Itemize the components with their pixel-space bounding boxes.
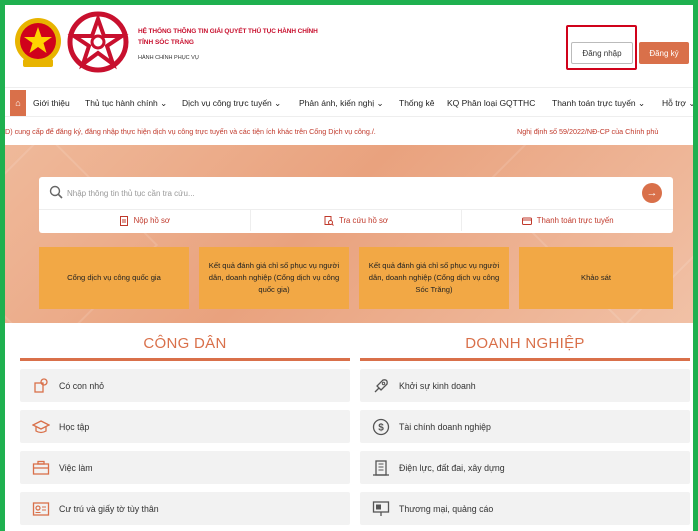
citizen-item-label: Việc làm: [59, 462, 93, 473]
nav-thong-ke[interactable]: Thống kê: [399, 88, 434, 118]
quick-label: Nộp hồ sơ: [133, 216, 170, 225]
nav-kq-phan-loai[interactable]: KQ Phân loại GQTTHC: [447, 88, 535, 118]
quick-tra-cuu[interactable]: Tra cứu hồ sơ: [251, 210, 463, 231]
tile-cong-dvc-quoc-gia[interactable]: Cổng dịch vụ công quốc gia: [39, 247, 189, 309]
citizen-item-label: Có con nhỏ: [59, 380, 104, 391]
business-item-label: Điện lực, đất đai, xây dựng: [399, 462, 505, 473]
province-logo[interactable]: [67, 11, 129, 73]
tile-danh-gia-soc-trang[interactable]: Kết quả đánh giá chỉ số phục vụ người dâ…: [359, 247, 509, 309]
baby-icon: [34, 377, 48, 393]
register-button[interactable]: Đăng ký: [639, 42, 689, 64]
main-nav: ⌂ Giới thiệu Thủ tục hành chính ⌄ Dịch v…: [5, 87, 693, 117]
tile-khao-sat[interactable]: Khảo sát: [519, 247, 673, 309]
citizen-item-label: Cư trú và giấy tờ tùy thân: [59, 503, 159, 514]
citizen-item-co-con-nho[interactable]: Có con nhỏ: [20, 369, 350, 402]
briefcase-icon: [32, 460, 50, 475]
document-icon: [119, 215, 128, 226]
dollar-icon: $: [372, 418, 390, 435]
credit-card-icon: [521, 217, 532, 225]
national-emblem-logo[interactable]: [13, 15, 63, 71]
business-item-tai-chinh[interactable]: $ Tài chính doanh nghiệp: [360, 410, 690, 443]
business-item-thuong-mai[interactable]: Thương mại, quảng cáo: [360, 492, 690, 525]
quick-label: Thanh toán trực tuyến: [536, 216, 614, 225]
hero-banner: → Nộp hồ sơ Tra cứu hồ sơ Thanh toán trự…: [5, 145, 693, 323]
ticker-text-left: D) cung cấp để đăng ký, đăng nhập thực h…: [5, 127, 376, 136]
divider: [360, 358, 690, 361]
business-item-label: Thương mại, quảng cáo: [399, 503, 494, 514]
quick-label: Tra cứu hồ sơ: [338, 216, 389, 225]
home-icon[interactable]: ⌂: [10, 90, 26, 116]
nav-thanh-toan[interactable]: Thanh toán trực tuyến ⌄: [552, 88, 645, 118]
nav-thu-tuc-hanh-chinh[interactable]: Thủ tục hành chính ⌄: [85, 88, 167, 118]
quick-links: Nộp hồ sơ Tra cứu hồ sơ Thanh toán trực …: [39, 209, 673, 231]
search-icon: [49, 185, 63, 199]
nav-phan-anh-kien-nghi[interactable]: Phản ánh, kiến nghị ⌄: [299, 88, 384, 118]
business-item-label: Khởi sự kinh doanh: [399, 380, 476, 391]
arrow-right-icon[interactable]: →: [642, 183, 662, 203]
business-item-label: Tài chính doanh nghiệp: [399, 421, 491, 432]
quick-thanh-toan[interactable]: Thanh toán trực tuyến: [462, 210, 673, 231]
tile-danh-gia-quoc-gia[interactable]: Kết quả đánh giá chỉ số phục vụ người dâ…: [199, 247, 349, 309]
document-search-icon: [324, 215, 334, 226]
id-card-icon: [32, 501, 50, 516]
billboard-icon: [372, 500, 390, 516]
nav-dich-vu-cong[interactable]: Dịch vụ công trực tuyến ⌄: [182, 88, 281, 118]
graduation-cap-icon: [32, 419, 50, 433]
province-name: TỈNH SÓC TRĂNG: [138, 39, 194, 46]
citizen-item-cu-tru[interactable]: Cư trú và giấy tờ tùy thân: [20, 492, 350, 525]
business-item-khoi-su[interactable]: Khởi sự kinh doanh: [360, 369, 690, 402]
nav-gioi-thieu[interactable]: Giới thiệu: [33, 88, 70, 118]
svg-text:$: $: [378, 422, 384, 433]
business-title: DOANH NGHIỆP: [465, 335, 585, 352]
search-input[interactable]: [67, 181, 627, 205]
business-item-dien-luc[interactable]: Điện lực, đất đai, xây dựng: [360, 451, 690, 484]
nav-ho-tro[interactable]: Hỗ trợ ⌄: [662, 88, 693, 118]
rocket-icon: [374, 378, 388, 392]
citizen-item-hoc-tap[interactable]: Học tập: [20, 410, 350, 443]
site-header: HỆ THỐNG THÔNG TIN GIẢI QUYẾT THỦ TỤC HÀ…: [5, 5, 693, 85]
citizen-item-label: Học tập: [59, 421, 90, 432]
tagline: HÀNH CHÍNH PHỤC VỤ: [138, 55, 199, 61]
building-icon: [373, 459, 389, 476]
citizen-item-viec-lam[interactable]: Việc làm: [20, 451, 350, 484]
search-box: → Nộp hồ sơ Tra cứu hồ sơ Thanh toán trự…: [39, 177, 673, 233]
page: HỆ THỐNG THÔNG TIN GIẢI QUYẾT THỦ TỤC HÀ…: [5, 5, 693, 531]
divider: [20, 358, 350, 361]
news-ticker[interactable]: D) cung cấp để đăng ký, đăng nhập thực h…: [5, 122, 693, 142]
quick-nop-ho-so[interactable]: Nộp hồ sơ: [39, 210, 251, 231]
system-title: HỆ THỐNG THÔNG TIN GIẢI QUYẾT THỦ TỤC HÀ…: [138, 28, 318, 35]
ticker-text-right: Nghị định số 59/2022/NĐ-CP của Chính phủ: [517, 127, 659, 136]
login-button[interactable]: Đăng nhập: [571, 42, 633, 64]
citizen-title: CÔNG DÂN: [143, 335, 227, 352]
